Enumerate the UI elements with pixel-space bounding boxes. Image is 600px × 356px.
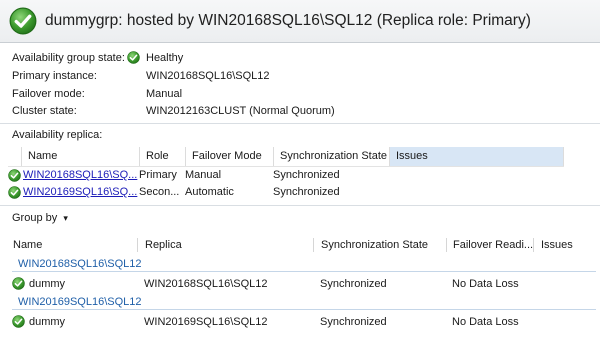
column-header-issues[interactable]: Issues <box>390 147 564 166</box>
column-header-replica[interactable]: Replica <box>144 235 182 255</box>
database-sync-state: Synchronized <box>320 278 387 290</box>
database-row[interactable]: dummy WIN20168SQL16\SQL12 Synchronized N… <box>0 275 600 293</box>
primary-instance-value: WIN20168SQL16\SQL12 <box>146 70 270 82</box>
database-list-header: Name Replica Synchronization State Failo… <box>0 235 600 255</box>
ag-state-value: Healthy <box>146 52 184 64</box>
column-header-role[interactable]: Role <box>140 147 186 166</box>
column-header-failover-readiness[interactable]: Failover Readi... <box>452 235 533 255</box>
column-separator <box>137 238 138 252</box>
column-header-db-name[interactable]: Name <box>12 235 42 255</box>
cluster-state-label: Cluster state: <box>12 105 77 117</box>
dashboard-title: dummygrp: hosted by WIN20168SQL16\SQL12 … <box>45 12 531 29</box>
group-by-dropdown[interactable]: Group by ▾ <box>12 212 68 224</box>
chevron-down-icon: ▾ <box>63 213 68 223</box>
replica-sync-state: Synchronized <box>273 186 340 198</box>
replica-name-link[interactable]: WIN20168SQL16\SQ... <box>23 167 137 184</box>
column-header-db-sync-state[interactable]: Synchronization State <box>320 235 428 255</box>
status-ok-icon <box>9 7 37 35</box>
dashboard-header: dummygrp: hosted by WIN20168SQL16\SQL12 … <box>0 0 600 43</box>
group-header-line <box>12 271 596 272</box>
primary-instance-label: Primary instance: <box>12 70 97 82</box>
column-header-name[interactable]: Name <box>22 147 140 166</box>
section-divider <box>0 123 600 124</box>
database-replica: WIN20169SQL16\SQL12 <box>144 316 268 328</box>
cluster-state-value: WIN2012163CLUST (Normal Quorum) <box>146 105 335 117</box>
replica-grid-header: Name Role Failover Mode Synchronization … <box>8 147 564 167</box>
group-by-label: Group by <box>12 212 58 224</box>
replica-name-link[interactable]: WIN20169SQL16\SQ... <box>23 184 137 201</box>
database-name: dummy <box>29 278 66 290</box>
database-name: dummy <box>29 316 66 328</box>
group-header-line <box>12 309 596 310</box>
column-separator <box>313 238 314 252</box>
database-sync-state: Synchronized <box>320 316 387 328</box>
failover-mode-label: Failover mode: <box>12 88 85 100</box>
ag-state-label: Availability group state: <box>12 52 125 64</box>
status-ok-icon <box>12 277 25 290</box>
section-divider <box>0 205 600 206</box>
replica-failover-mode: Automatic <box>185 186 234 198</box>
replica-row[interactable]: WIN20169SQL16\SQ... Secon... Automatic S… <box>8 184 564 201</box>
database-row[interactable]: dummy WIN20169SQL16\SQL12 Synchronized N… <box>0 313 600 331</box>
grid-row-header-spacer <box>8 147 22 166</box>
replica-failover-mode: Manual <box>185 169 222 181</box>
replica-role: Primary <box>139 169 177 181</box>
column-header-failover-mode[interactable]: Failover Mode <box>186 147 274 166</box>
column-header-db-issues[interactable]: Issues <box>540 235 573 255</box>
status-ok-icon <box>12 315 25 328</box>
database-failover-readiness: No Data Loss <box>452 316 519 328</box>
replica-sync-state: Synchronized <box>273 169 340 181</box>
availability-replica-label: Availability replica: <box>12 129 103 141</box>
failover-mode-value: Manual <box>146 88 183 100</box>
status-ok-icon <box>127 51 140 64</box>
replica-row[interactable]: WIN20168SQL16\SQ... Primary Manual Synch… <box>8 167 564 184</box>
database-replica: WIN20168SQL16\SQL12 <box>144 278 268 290</box>
column-separator <box>533 238 534 252</box>
group-header-title[interactable]: WIN20169SQL16\SQL12 <box>18 296 142 308</box>
group-header-title[interactable]: WIN20168SQL16\SQL12 <box>18 258 142 270</box>
column-separator <box>446 238 447 252</box>
status-ok-icon <box>8 169 21 182</box>
column-header-sync-state[interactable]: Synchronization State <box>274 147 390 166</box>
database-failover-readiness: No Data Loss <box>452 278 519 290</box>
replica-role: Secon... <box>139 186 180 198</box>
status-ok-icon <box>8 186 21 199</box>
